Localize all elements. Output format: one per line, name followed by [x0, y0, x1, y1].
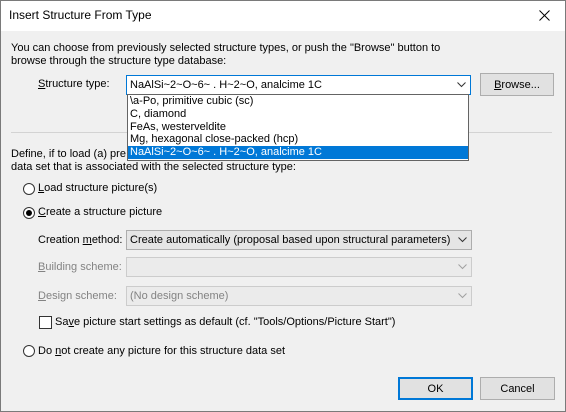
chevron-down-icon	[454, 287, 471, 305]
save-settings-checkbox[interactable]	[39, 316, 52, 329]
chevron-down-icon	[453, 76, 470, 94]
load-picture-radio[interactable]	[23, 183, 35, 195]
define-line-2: data set that is associated with the sel…	[11, 161, 296, 173]
save-settings-label[interactable]: Save picture start settings as default (…	[55, 316, 395, 328]
browse-button[interactable]: Browse...	[480, 73, 554, 96]
no-picture-radio[interactable]	[23, 345, 35, 357]
structure-type-label: Structure type:	[38, 78, 110, 90]
design-scheme-select[interactable]: (No design scheme)	[126, 286, 472, 306]
structure-type-select[interactable]: NaAlSi~2~O~6~ . H~2~O, analcime 1C	[126, 75, 471, 95]
building-scheme-label: Building scheme:	[38, 261, 122, 273]
no-picture-label[interactable]: Do not create any picture for this struc…	[38, 345, 285, 357]
dropdown-option[interactable]: Mg, hexagonal close-packed (hcp)	[128, 133, 468, 146]
load-picture-label[interactable]: Load structure picture(s)	[38, 182, 157, 194]
title-bar: Insert Structure From Type	[0, 0, 566, 31]
dropdown-option[interactable]: C, diamond	[128, 108, 468, 121]
intro-line-2: browse through the structure type databa…	[11, 55, 227, 67]
dropdown-option[interactable]: \a-Po, primitive cubic (sc)	[128, 95, 468, 108]
radio-selected-dot	[26, 210, 32, 216]
define-line-1: Define, if to load (a) pre	[11, 148, 126, 160]
create-picture-label[interactable]: Create a structure picture	[38, 206, 162, 218]
creation-method-value: Create automatically (proposal based upo…	[130, 234, 451, 246]
design-scheme-label: Design scheme:	[38, 290, 117, 302]
dropdown-option[interactable]: FeAs, westerveldite	[128, 121, 468, 134]
close-icon	[538, 10, 550, 21]
building-scheme-select[interactable]	[126, 257, 472, 277]
intro-line-1: You can choose from previously selected …	[11, 42, 441, 54]
close-button[interactable]	[522, 0, 566, 31]
chevron-down-icon	[454, 258, 471, 276]
dropdown-option-selected[interactable]: NaAlSi~2~O~6~ . H~2~O, analcime 1C	[128, 146, 468, 159]
chevron-down-icon	[454, 231, 471, 249]
window-title: Insert Structure From Type	[9, 8, 152, 22]
creation-method-label: Creation method:	[38, 234, 123, 246]
design-scheme-value: (No design scheme)	[130, 290, 229, 302]
creation-method-select[interactable]: Create automatically (proposal based upo…	[126, 230, 472, 250]
cancel-button[interactable]: Cancel	[480, 377, 555, 400]
create-picture-radio[interactable]	[23, 207, 35, 219]
structure-type-dropdown-list: \a-Po, primitive cubic (sc) C, diamond F…	[127, 94, 469, 161]
ok-button[interactable]: OK	[398, 377, 473, 400]
structure-type-value: NaAlSi~2~O~6~ . H~2~O, analcime 1C	[130, 79, 322, 91]
